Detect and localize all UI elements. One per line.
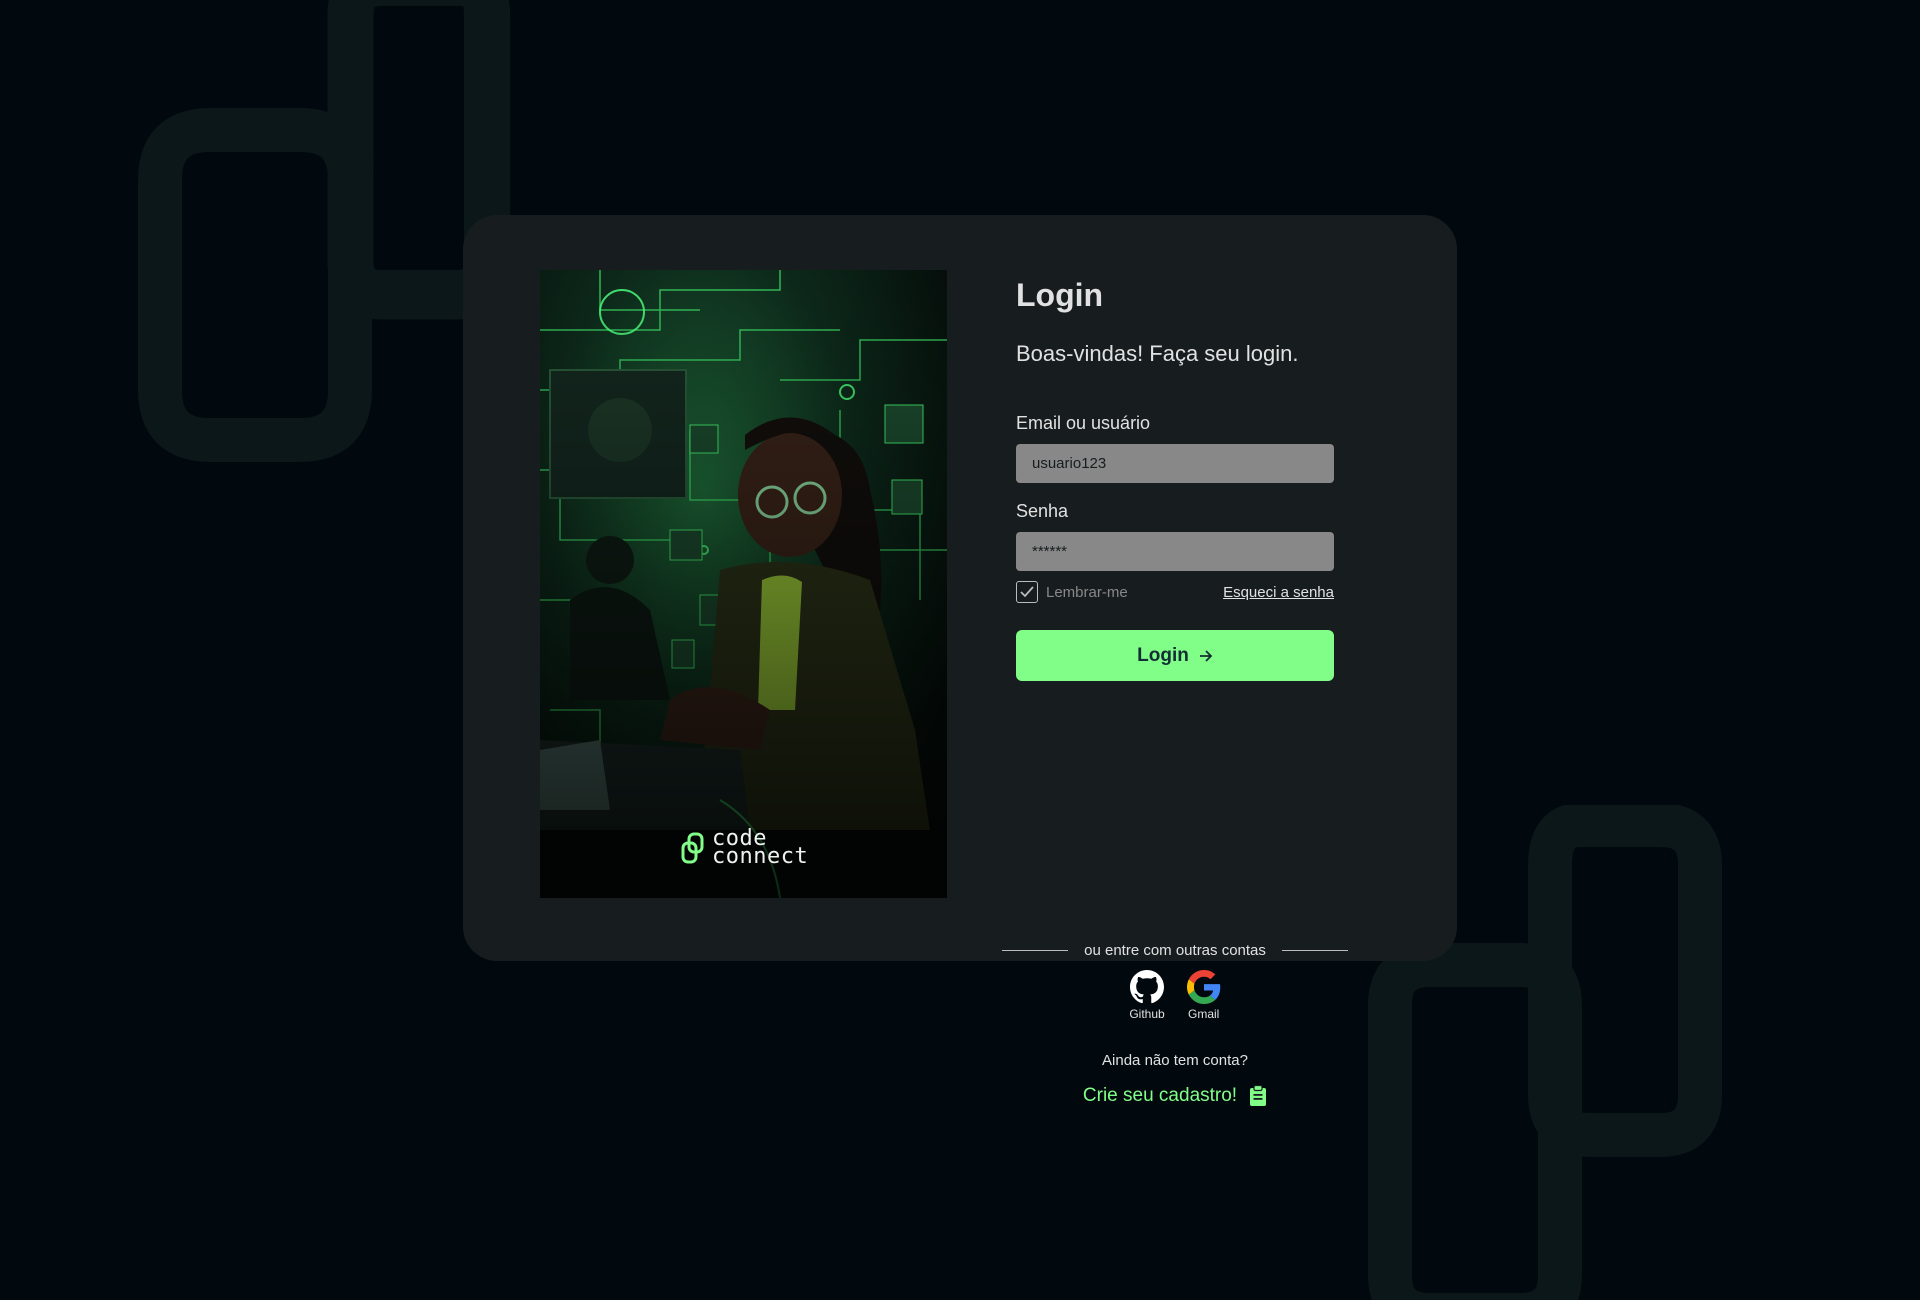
code-connect-logo-icon xyxy=(681,832,704,864)
remember-label: Lembrar-me xyxy=(1046,583,1128,601)
login-form: Login Boas-vindas! Faça seu login. Email… xyxy=(1002,270,1349,1106)
login-button-label: Login xyxy=(1137,644,1189,666)
login-card: code connect Login Boas-vindas! Faça seu… xyxy=(463,215,1457,1106)
signup-link-label: Crie seu cadastro! xyxy=(1082,1085,1238,1106)
check-icon xyxy=(1020,586,1034,598)
remember-me[interactable]: Lembrar-me xyxy=(1016,581,1128,603)
social-divider-text: ou entre com outras contas xyxy=(1084,942,1266,959)
divider-line-left xyxy=(1002,950,1069,951)
remember-checkbox[interactable] xyxy=(1016,581,1038,603)
brand-logo: code connect xyxy=(680,828,809,869)
gmail-login-button[interactable]: Gmail xyxy=(1186,970,1221,1021)
github-icon xyxy=(1129,970,1164,1004)
github-login-button[interactable]: Github xyxy=(1129,970,1165,1021)
password-label: Senha xyxy=(1016,501,1069,521)
divider-line-right xyxy=(1281,950,1349,951)
google-icon xyxy=(1186,970,1220,1004)
page-title: Login xyxy=(1016,277,1104,313)
gmail-label: Gmail xyxy=(1188,1007,1220,1021)
password-input[interactable] xyxy=(1016,532,1334,571)
clipboard-icon xyxy=(1250,1085,1267,1106)
email-label: Email ou usuário xyxy=(1016,413,1151,433)
email-input[interactable] xyxy=(1016,444,1334,483)
welcome-subtitle: Boas-vindas! Faça seu login. xyxy=(1016,341,1299,366)
social-logins: Github Gmail xyxy=(1016,970,1334,1021)
forgot-password-link[interactable]: Esqueci a senha xyxy=(1223,584,1334,601)
no-account-text: Ainda não tem conta? xyxy=(1102,1052,1248,1069)
login-options: Lembrar-me Esqueci a senha xyxy=(1016,580,1334,604)
social-divider: ou entre com outras contas xyxy=(1002,942,1349,959)
arrow-right-icon xyxy=(1199,649,1213,662)
signup-link[interactable]: Crie seu cadastro! xyxy=(1016,1085,1334,1107)
login-button[interactable]: Login xyxy=(1016,630,1334,681)
hero-image xyxy=(540,270,947,898)
brand-line-connect: connect xyxy=(712,844,809,869)
github-label: Github xyxy=(1129,1007,1165,1021)
hero-illustration: code connect xyxy=(540,270,947,898)
brand-wordmark: code connect xyxy=(712,828,809,869)
